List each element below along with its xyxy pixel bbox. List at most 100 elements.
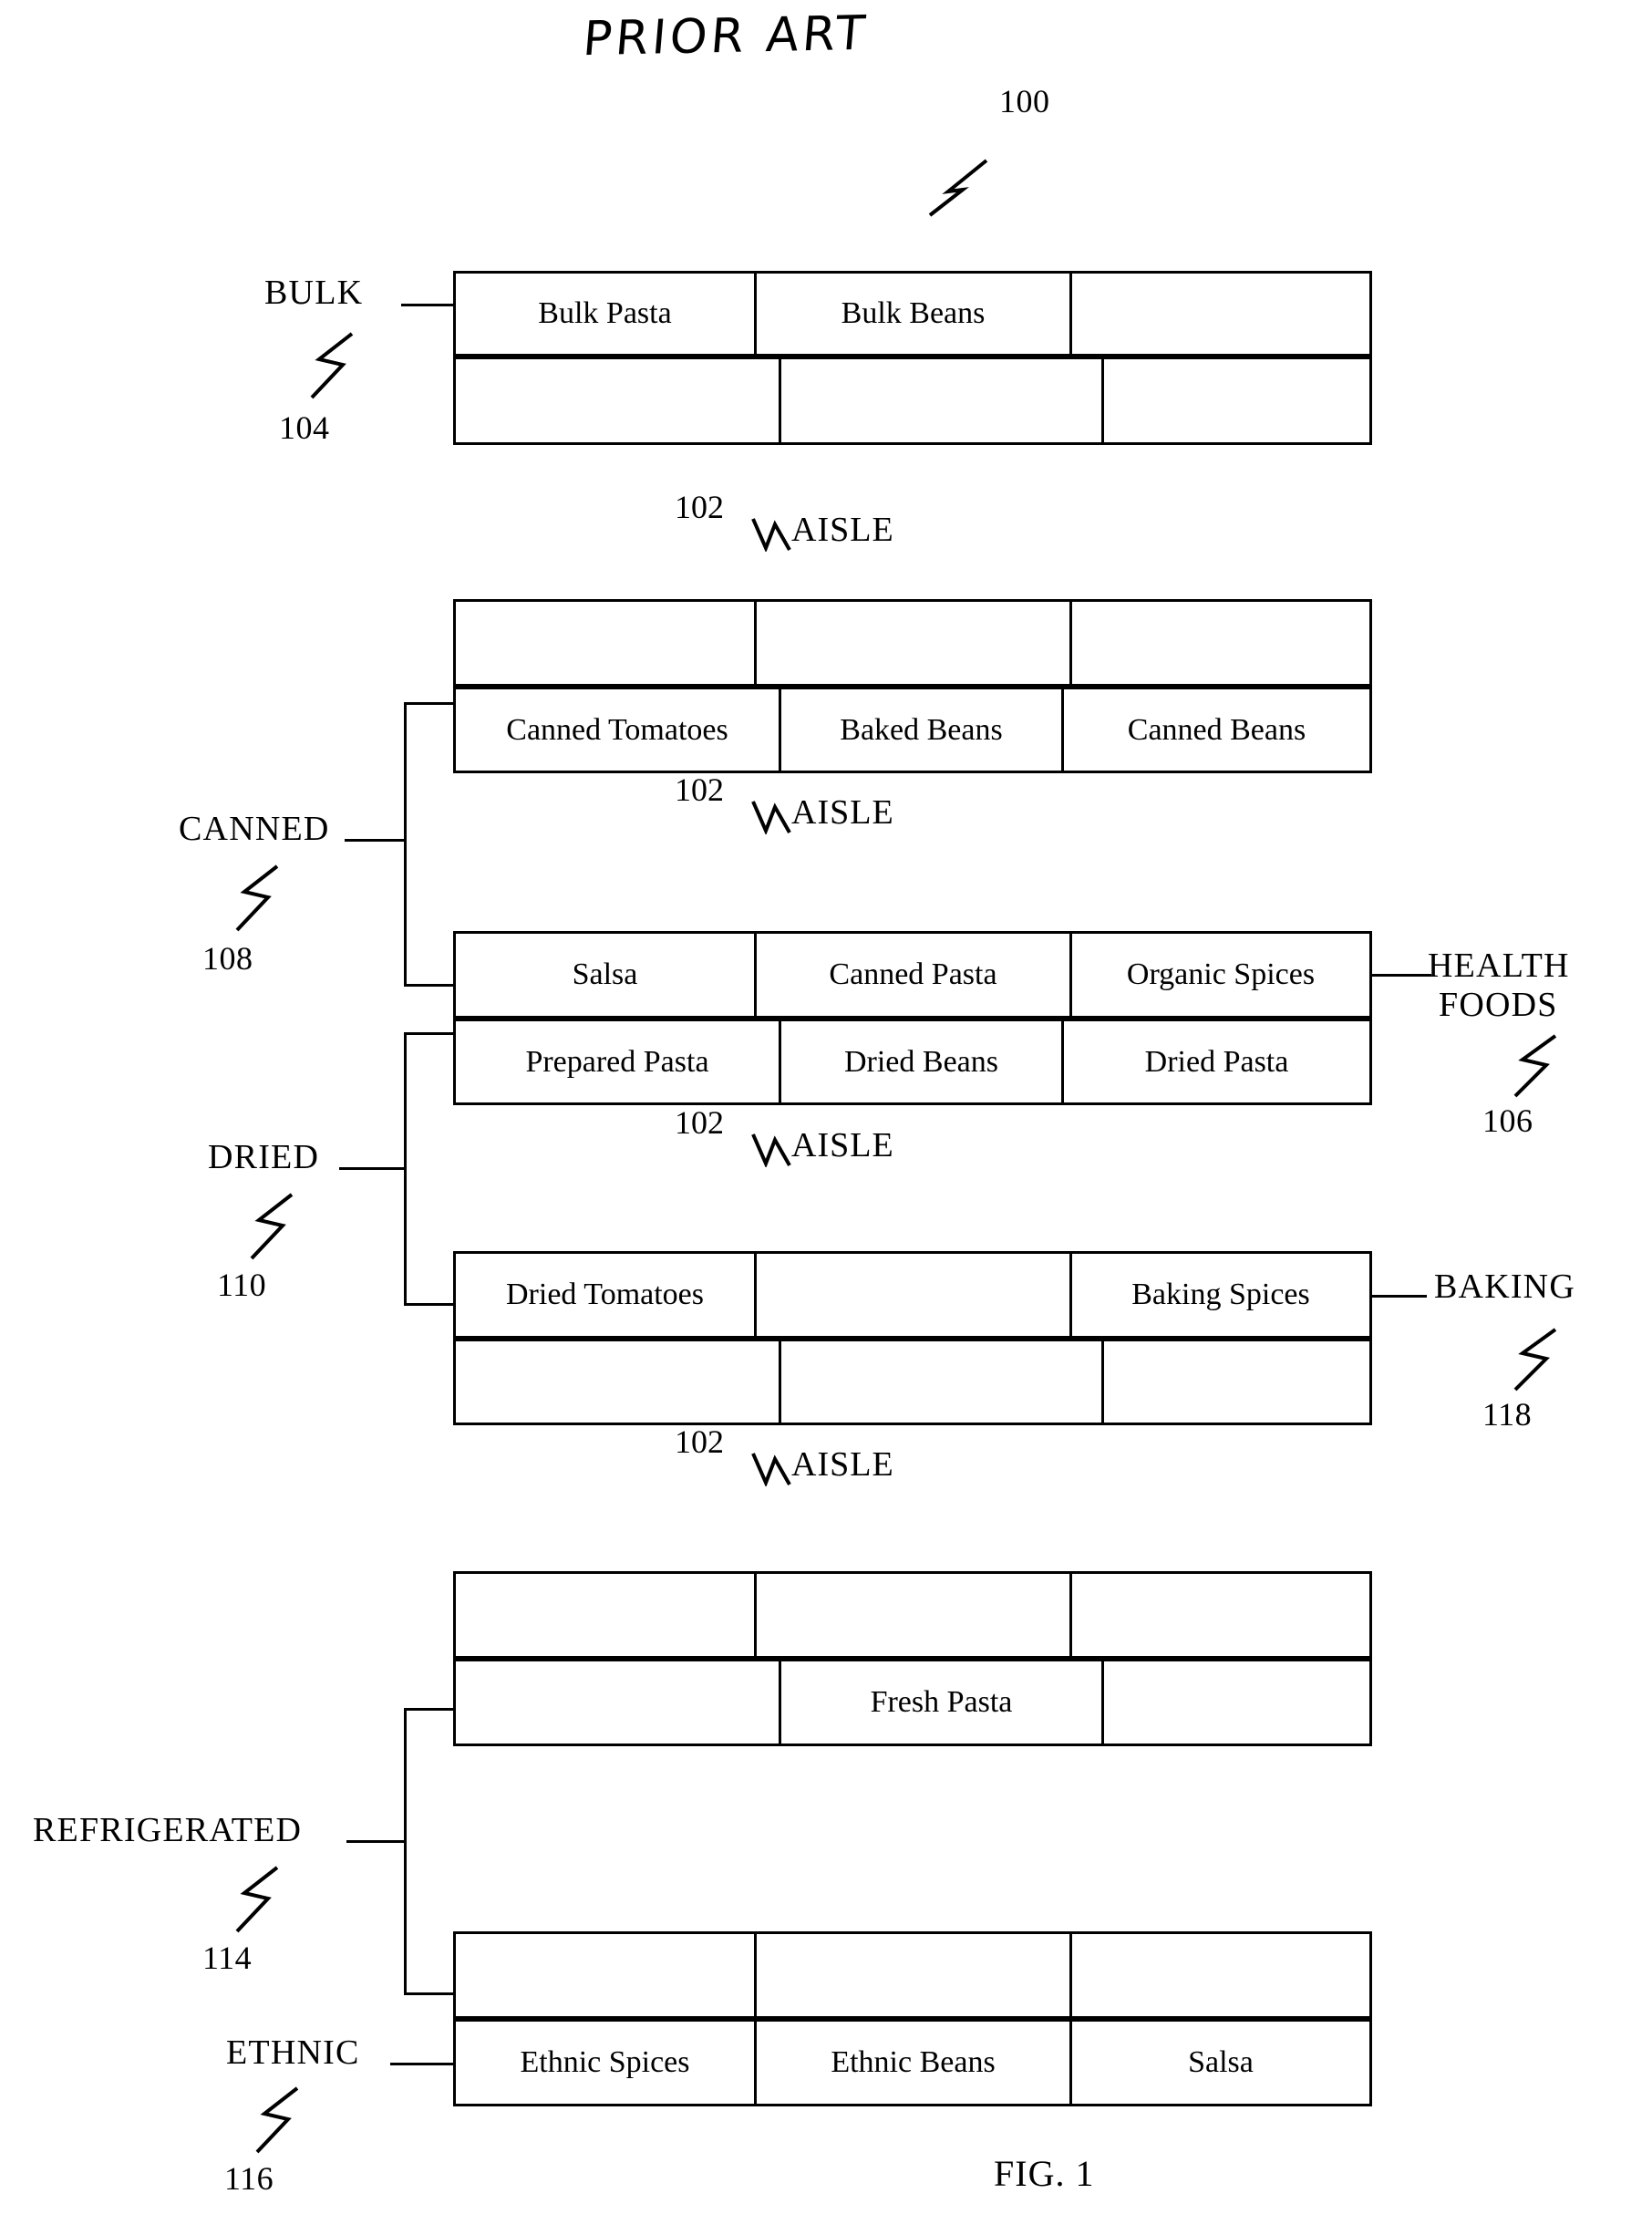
leader-line-canned [345,839,407,842]
reference-numeral-102: 102 [675,1423,724,1460]
shelf-cell [456,1574,757,1656]
figure-caption: FIG. 1 [994,2153,1095,2194]
category-label-dried: DRIED [208,1138,320,1176]
baking-label-text: BAKING [1434,1268,1575,1306]
shelf-cell: Salsa [456,934,757,1016]
reference-numeral-102: 102 [675,771,724,808]
shelf-cell [456,1341,781,1423]
prior-art-label: PRIOR ART [581,5,871,67]
shelf-cell: Ethnic Beans [757,2022,1072,2104]
health-foods-line-1: HEALTH [1428,947,1570,985]
shelf-cell [1104,359,1369,442]
shelf-cell: Baking Spices [1131,1278,1310,1311]
shelf-row-canned1-bottom: Canned Tomatoes Baked Beans Canned Beans [453,687,1372,773]
shelf-row-ethnic-top [453,1931,1372,2019]
bracket-arm-refrigerated-top [404,1708,455,1711]
leader-line-baking [1372,1295,1427,1298]
shelf-cell [456,1934,757,2016]
leader-line-refrigerated [346,1840,407,1843]
category-label-ethnic: ETHNIC [226,2033,360,2072]
shelf-row-canned-dried-top: Salsa Canned Pasta Organic Spices [453,931,1372,1019]
shelf-cell: Dried Tomatoes [456,1254,757,1336]
shelf-cell [1104,1341,1369,1423]
lead-line-106-icon [1504,1030,1568,1102]
reference-numeral-102: 102 [675,1104,724,1141]
shelf-cell: Prepared Pasta [456,1021,781,1102]
shelf-row-canned-dried-bottom: Prepared Pasta Dried Beans Dried Pasta [453,1019,1372,1105]
shelf-cell: Canned Beans [1127,712,1306,747]
aisle-label: AISLE [791,511,894,549]
reference-numeral-110: 110 [217,1267,267,1303]
bracket-spine-canned [404,702,407,987]
shelf-cell: Ethnic Spices [456,2022,757,2104]
lead-line-114-icon [226,1862,290,1937]
reference-numeral-118: 118 [1482,1396,1533,1433]
aisle-label: AISLE [791,1126,894,1164]
shelf-row-refrigerated-bottom: Fresh Pasta [453,1659,1372,1746]
shelf-cell [757,1934,1072,2016]
shelf-row-dried2-bottom [453,1339,1372,1425]
lead-line-108-icon [226,861,290,936]
bracket-arm-canned-top [404,702,455,705]
lead-line-100-icon [921,155,994,219]
shelf-cell [1104,1661,1369,1744]
category-label-bulk: BULK [264,274,364,312]
lead-line-118-icon [1504,1324,1568,1395]
reference-numeral-114: 114 [202,1940,253,1976]
category-label-baking: BAKING [1434,1268,1575,1307]
aisle-label: AISLE [791,1445,894,1484]
patent-figure-page: PRIOR ART 100 FIG. 1 Bulk Pasta Bulk Bea… [0,0,1652,2235]
shelf-cell [1072,602,1369,684]
shelf-cell: Salsa [1188,2045,1254,2079]
lead-line-116-icon [246,2083,310,2157]
reference-numeral-108: 108 [202,940,253,977]
shelf-row-bulk-bottom [453,357,1372,445]
bracket-spine-refrigerated [404,1708,407,1995]
lead-line-110-icon [241,1189,305,1264]
aisle-label: AISLE [791,793,894,832]
reference-numeral-104: 104 [279,409,330,446]
leader-line-bulk [401,304,453,306]
bracket-arm-canned-bottom [404,984,455,987]
shelf-cell [757,602,1072,684]
health-foods-line-2: FOODS [1439,985,1558,1024]
shelf-cell: Canned Pasta [757,934,1072,1016]
category-label-refrigerated: REFRIGERATED [33,1811,303,1849]
bracket-arm-dried-bottom [404,1303,455,1306]
bracket-arm-refrigerated-bottom [404,1992,455,1995]
shelf-cell [1072,1934,1369,2016]
leader-line-ethnic [390,2063,454,2065]
shelf-cell [456,1661,781,1744]
shelf-cell [1072,274,1369,354]
leader-line-dried [339,1167,407,1170]
shelf-cell [456,359,781,442]
category-label-health-foods: HEALTH FOODS [1428,947,1570,1024]
shelf-cell: Bulk Beans [757,274,1072,354]
shelf-cell: Bulk Pasta [456,274,757,354]
shelf-row-dried2-top: Dried Tomatoes Baking Spices [453,1251,1372,1339]
shelf-cell [757,1254,1072,1336]
shelf-cell [456,602,757,684]
shelf-cell: Baked Beans [781,689,1064,771]
system-reference-numeral: 100 [999,83,1050,119]
reference-numeral-106: 106 [1482,1102,1533,1139]
shelf-cell: Fresh Pasta [781,1661,1104,1744]
shelf-cell [781,359,1104,442]
shelf-row-bulk-top: Bulk Pasta Bulk Beans [453,271,1372,357]
shelf-cell [1072,1574,1369,1656]
shelf-row-canned1-top [453,599,1372,687]
shelf-cell: Dried Pasta [1144,1044,1289,1079]
shelf-cell: Dried Beans [781,1021,1064,1102]
shelf-row-ethnic-bottom: Ethnic Spices Ethnic Beans Salsa [453,2019,1372,2106]
shelf-cell: Canned Tomatoes [456,689,781,771]
shelf-cell [781,1341,1104,1423]
shelf-row-refrigerated-top [453,1571,1372,1659]
reference-numeral-102: 102 [675,489,724,525]
shelf-cell: Organic Spices [1126,957,1316,991]
reference-numeral-116: 116 [224,2160,274,2197]
category-label-canned: CANNED [179,810,330,848]
shelf-cell [757,1574,1072,1656]
bracket-arm-dried-top [404,1032,455,1035]
leader-line-health-foods [1372,974,1431,977]
lead-line-104-icon [301,328,365,403]
